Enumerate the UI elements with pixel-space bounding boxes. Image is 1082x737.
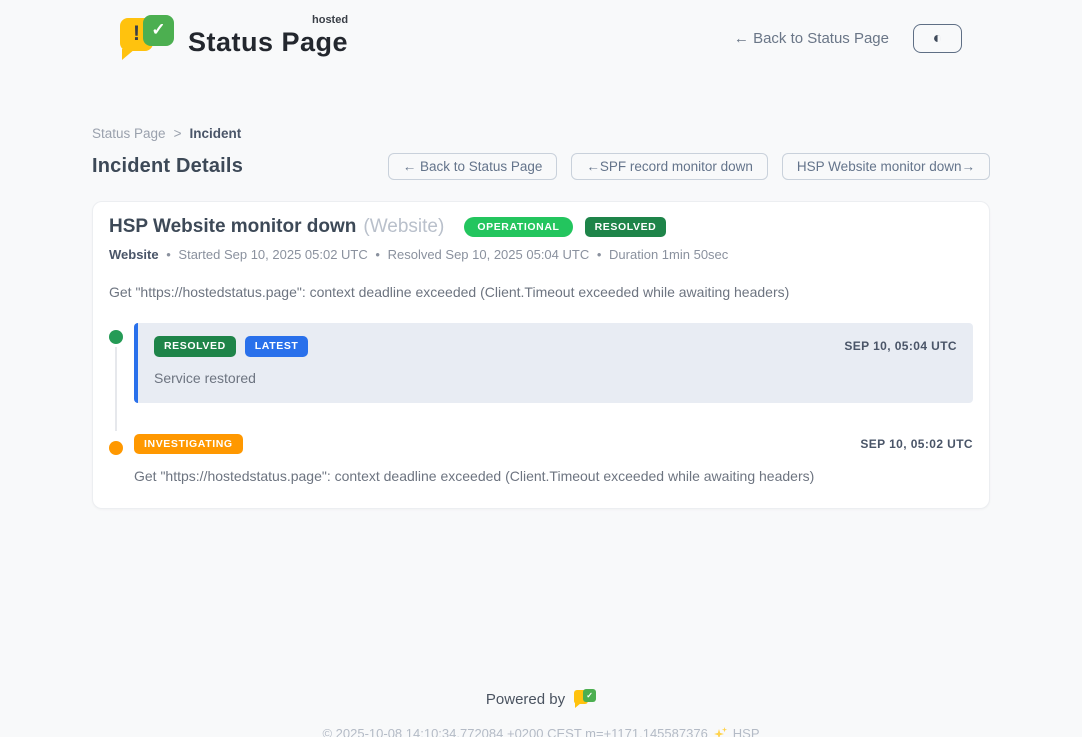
status-badges: OPERATIONAL RESOLVED <box>464 217 666 238</box>
powered-by-label: Powered by <box>486 691 565 708</box>
update-timestamp: SEP 10, 05:02 UTC <box>860 437 973 451</box>
back-to-status-page-button[interactable]: ← Back to Status Page <box>388 153 558 180</box>
update-message: Get "https://hostedstatus.page": context… <box>134 468 973 484</box>
incident-card-header: HSP Website monitor down (Website) OPERA… <box>109 216 973 238</box>
update-message: Service restored <box>154 370 957 386</box>
update-resolved-badge: RESOLVED <box>154 336 236 357</box>
incident-meta: Website • Started Sep 10, 2025 05:02 UTC… <box>109 247 973 262</box>
check-glyph: ✓ <box>151 20 165 40</box>
exclamation-glyph: ! <box>133 22 140 46</box>
incident-card: HSP Website monitor down (Website) OPERA… <box>92 201 990 509</box>
title-row: Incident Details ← Back to Status Page ←… <box>92 153 990 180</box>
meta-duration: Duration 1min 50sec <box>609 247 728 262</box>
theme-toggle-button[interactable]: ◐ <box>913 24 962 53</box>
meta-separator: • <box>166 247 171 262</box>
update-head: RESOLVED LATEST SEP 10, 05:04 UTC <box>154 336 957 357</box>
footer-logo-icon: ✓ <box>574 689 596 709</box>
incident-description: Get "https://hostedstatus.page": context… <box>109 284 973 300</box>
operational-badge: OPERATIONAL <box>464 217 572 238</box>
sparkle-icon <box>713 726 728 737</box>
brand-text: Status Page hosted <box>188 15 348 58</box>
update-timestamp: SEP 10, 05:04 UTC <box>844 339 957 353</box>
update-investigating-badge: INVESTIGATING <box>134 434 243 455</box>
header-right: ← Back to Status Page ◐ <box>734 24 962 53</box>
prev-incident-button[interactable]: ←SPF record monitor down <box>571 153 768 180</box>
latest-update-box: RESOLVED LATEST SEP 10, 05:04 UTC Servic… <box>134 323 973 403</box>
copyright-line: © 2025-10-08 14:10:34.772084 +0200 CEST … <box>0 726 1082 737</box>
update-head: INVESTIGATING SEP 10, 05:02 UTC <box>134 434 973 455</box>
breadcrumb: Status Page > Incident <box>92 126 990 141</box>
page-title: Incident Details <box>92 155 243 178</box>
powered-by-link[interactable]: Powered by ✓ <box>486 689 596 709</box>
contrast-icon: ◐ <box>933 31 943 47</box>
investigating-dot-icon <box>109 441 123 455</box>
meta-separator: • <box>597 247 602 262</box>
meta-separator: • <box>375 247 380 262</box>
timeline-update-latest: RESOLVED LATEST SEP 10, 05:04 UTC Servic… <box>109 323 973 403</box>
copyright-suffix: HSP <box>733 726 760 737</box>
resolved-dot-icon <box>109 330 123 344</box>
update-latest-badge: LATEST <box>245 336 309 357</box>
footer: Powered by ✓ © 2025-10-08 14:10:34.77208… <box>0 689 1082 737</box>
resolved-badge: RESOLVED <box>585 217 667 238</box>
header-back-link[interactable]: ← Back to Status Page <box>734 30 889 47</box>
breadcrumb-separator: > <box>174 126 182 141</box>
brand-logo-icon: ! ✓ <box>120 15 174 63</box>
brand-superscript: hosted <box>312 14 348 26</box>
incident-component: (Website) <box>363 216 444 238</box>
brand-name: Status Page <box>188 27 348 57</box>
header: ! ✓ Status Page hosted ← Back to Status … <box>0 0 1082 62</box>
checkmark-icon: ✓ <box>143 15 174 46</box>
breadcrumb-status-page[interactable]: Status Page <box>92 126 166 141</box>
breadcrumb-incident: Incident <box>189 126 241 141</box>
incident-nav-buttons: ← Back to Status Page ←SPF record monito… <box>388 153 990 180</box>
meta-started: Started Sep 10, 2025 05:02 UTC <box>178 247 367 262</box>
checkmark-icon: ✓ <box>583 689 596 702</box>
main-content: Status Page > Incident Incident Details … <box>92 126 990 509</box>
meta-component: Website <box>109 247 159 262</box>
timeline-update-investigating: INVESTIGATING SEP 10, 05:02 UTC Get "htt… <box>109 434 973 485</box>
meta-resolved: Resolved Sep 10, 2025 05:04 UTC <box>388 247 590 262</box>
copyright-text: © 2025-10-08 14:10:34.772084 +0200 CEST … <box>322 726 707 737</box>
check-glyph: ✓ <box>586 691 593 700</box>
incident-timeline: RESOLVED LATEST SEP 10, 05:04 UTC Servic… <box>109 323 973 484</box>
next-incident-button[interactable]: HSP Website monitor down→ <box>782 153 990 180</box>
incident-title: HSP Website monitor down <box>109 216 356 238</box>
brand-logo[interactable]: ! ✓ Status Page hosted <box>120 15 348 63</box>
